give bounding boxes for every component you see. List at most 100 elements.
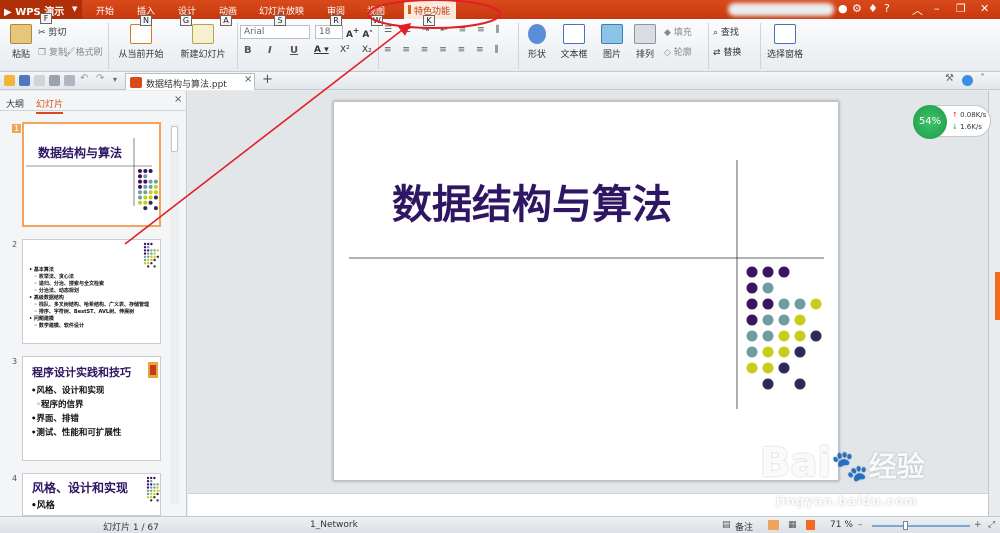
underline-button[interactable]: U — [290, 45, 298, 56]
collapse-ribbon-icon[interactable]: ︿ — [912, 2, 923, 18]
thumb-decoration — [26, 138, 158, 211]
tab-outline[interactable]: 大纲 — [6, 97, 24, 110]
textbox-button[interactable]: 文本框 — [556, 24, 592, 60]
new-slide-button[interactable]: 新建幻灯片 — [172, 24, 234, 60]
settings-icon[interactable]: ⚙ — [852, 2, 862, 15]
shape-button[interactable]: 形状 — [522, 24, 552, 60]
decor-dot — [146, 483, 150, 486]
decor-dot — [810, 298, 822, 310]
zoom-out-icon[interactable]: – — [858, 520, 863, 530]
help-icon[interactable]: ? — [884, 2, 890, 15]
bold-button[interactable]: B — [244, 45, 252, 56]
notes-icon[interactable]: ▤ — [722, 520, 731, 530]
fill-button[interactable]: ◆ 填充 — [664, 25, 692, 38]
close-panel-icon[interactable]: × — [174, 94, 182, 105]
decor-dot — [150, 252, 153, 255]
export-pdf-icon[interactable] — [34, 75, 45, 86]
cloud-icon[interactable] — [962, 75, 973, 86]
slide-thumbnail-1[interactable]: 数据结构与算法 — [22, 122, 161, 227]
subscript-button[interactable]: X₂ — [362, 45, 372, 55]
decor-dot — [794, 378, 806, 390]
decor-dot — [153, 258, 156, 262]
minimize-icon[interactable]: – — [934, 2, 940, 15]
skin-icon[interactable]: ● — [838, 2, 848, 15]
select-pane-button[interactable]: 选择窗格 — [764, 24, 806, 60]
side-tab[interactable] — [995, 272, 1000, 320]
decor-dot — [143, 195, 148, 200]
document-tab[interactable]: 数据结构与算法.ppt — [125, 73, 255, 90]
thumb-decoration — [148, 362, 158, 378]
copy-button[interactable]: ❐ 复制 — [38, 45, 67, 58]
panel-scrollbar-thumb[interactable] — [171, 126, 178, 152]
decor-dot — [150, 476, 153, 480]
copy-icon: ❐ — [38, 48, 47, 58]
paragraph-row-2[interactable]: ≡ ≡ ≡ ≡ ≡ ≡ ⫼ — [384, 45, 503, 55]
from-current-button[interactable]: 从当前开始 — [113, 24, 169, 60]
save-icon[interactable] — [19, 75, 30, 86]
decor-dot — [143, 174, 148, 179]
customize-chevron-icon[interactable]: ▾ — [113, 75, 124, 86]
download-speed: 1.6K/s — [960, 123, 982, 131]
fit-window-icon[interactable]: ⤢ — [988, 520, 995, 530]
tab-home[interactable]: 开始 — [96, 4, 114, 17]
decor-dot — [143, 169, 148, 173]
clipboard-icon — [10, 24, 32, 44]
new-tab-icon[interactable]: + — [262, 72, 273, 87]
ribbon-toggle-icon[interactable]: ˄ — [980, 73, 991, 84]
decor-dot — [150, 499, 153, 502]
tab-slides[interactable]: 幻灯片 — [36, 97, 64, 114]
current-slide[interactable]: 数据结构与算法 — [333, 101, 839, 481]
slide-thumbnail-3[interactable]: 程序设计实践和技巧 •风格、设计和实现 ◦程序的信界 •界面、排错 •测试、性能和可扩… — [22, 356, 161, 461]
zoom-slider[interactable] — [872, 525, 970, 527]
print-preview-icon[interactable] — [64, 75, 75, 86]
panel-scrollbar[interactable] — [170, 124, 179, 504]
restore-icon[interactable]: ❐ — [956, 2, 966, 15]
decor-dot — [138, 200, 142, 205]
slide-thumbnail-4[interactable]: 风格、设计和实现 •风格 — [22, 473, 161, 516]
close-doc-icon[interactable]: × — [244, 74, 255, 85]
decor-dot — [150, 249, 153, 252]
cut-button[interactable]: ✂ 剪切 — [38, 25, 66, 38]
superscript-button[interactable]: X² — [340, 45, 350, 55]
print-icon[interactable] — [49, 75, 60, 86]
arrange-button[interactable]: 排列 — [630, 24, 660, 60]
outline-button[interactable]: ◇ 轮廓 — [664, 45, 692, 58]
paste-button[interactable]: 粘贴 — [6, 24, 36, 60]
format-painter-button[interactable]: 🖌格式刷 — [64, 45, 102, 58]
undo-icon[interactable]: ↶ — [80, 73, 91, 84]
italic-button[interactable]: I — [268, 45, 272, 56]
find-button[interactable]: ⌕ 查找 — [713, 25, 739, 38]
decor-dot — [147, 262, 150, 265]
decor-dot — [138, 190, 142, 195]
keytip-view: W — [371, 15, 383, 26]
paragraph-row-1[interactable]: ☰ ☰ ⇥ ⇤ ≡ ≡ ⫼ — [384, 25, 504, 35]
font-color-button[interactable]: A ▾ — [314, 45, 329, 55]
close-icon[interactable]: ✕ — [980, 2, 989, 15]
slide-thumbnail-2[interactable]: • 基本算法 ◦ 枚举法、贪心法 ◦ 递归、分治、搜索与全文检索 ◦ 分治法、动态规划… — [22, 239, 161, 344]
decor-dot — [146, 480, 150, 483]
tools-icon[interactable]: ⚒ — [945, 73, 956, 84]
normal-view-icon[interactable] — [768, 520, 779, 530]
decor-dot — [146, 496, 150, 499]
textbox-icon — [563, 24, 585, 44]
grow-font-button[interactable]: A+ A- — [346, 26, 373, 40]
zoom-slider-thumb[interactable] — [903, 521, 908, 530]
font-size-select[interactable]: 18 — [315, 25, 343, 39]
sorter-view-icon[interactable]: ▦ — [788, 520, 797, 530]
wps-presentation-window: ▶ WPS 演示 ▼ 开始 插入 设计 动画 幻灯片放映 审阅 视图 特色功能 … — [0, 0, 1000, 533]
zoom-level[interactable]: 71 % — [830, 520, 853, 530]
decor-dot — [150, 483, 153, 486]
notes-toggle[interactable]: 备注 — [735, 520, 753, 533]
font-name-select[interactable]: Arial — [240, 25, 310, 39]
replace-button[interactable]: ⇄ 替换 — [713, 45, 741, 58]
open-folder-icon[interactable] — [4, 75, 15, 86]
zoom-in-icon[interactable]: + — [974, 520, 982, 530]
chevron-down-icon: ▼ — [72, 5, 78, 13]
select-pane-label: 选择窗格 — [766, 50, 803, 60]
slideshow-icon[interactable] — [806, 520, 815, 530]
network-speed-widget[interactable]: 54% ↑ 0.08K/s ↓ 1.6K/s — [913, 105, 991, 139]
decor-dot — [153, 255, 156, 258]
shirt-icon[interactable]: ♦ — [868, 2, 878, 15]
picture-button[interactable]: 图片 — [597, 24, 627, 60]
redo-icon[interactable]: ↷ — [96, 73, 107, 84]
